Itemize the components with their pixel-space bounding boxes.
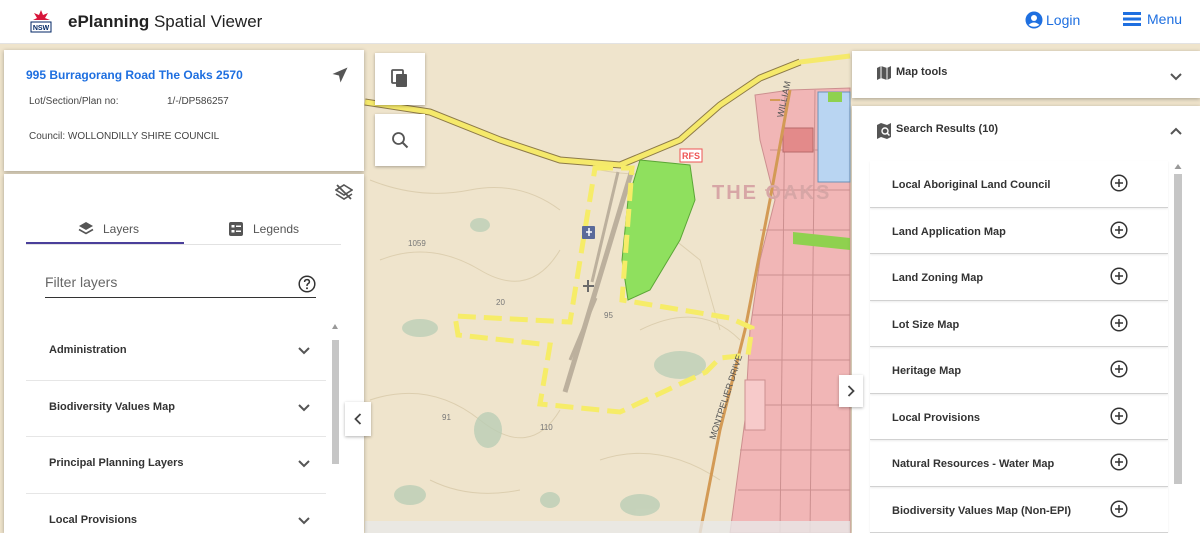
active-tab-indicator (26, 242, 184, 244)
add-layer-icon[interactable] (1110, 267, 1128, 285)
login-label: Login (1046, 12, 1081, 28)
result-item[interactable]: Heritage Map (870, 347, 1168, 394)
copy-button[interactable] (375, 53, 425, 105)
chevron-down-icon (298, 347, 310, 355)
layer-list: Administration Biodiversity Values Map P… (26, 324, 326, 533)
layers-scrollbar-thumb[interactable] (332, 340, 339, 464)
tab-legends[interactable]: Legends (228, 212, 299, 246)
layers-panel: Layers Legends Administration Biodiversi… (4, 174, 364, 533)
chevron-up-icon[interactable] (1170, 127, 1182, 135)
result-item-label: Lot Size Map (892, 318, 960, 331)
address-card: 995 Burragorang Road The Oaks 2570 Lot/S… (4, 50, 364, 171)
tab-legends-label: Legends (253, 222, 300, 236)
lot-label-91: 91 (442, 413, 451, 422)
property-address[interactable]: 995 Burragorang Road The Oaks 2570 (26, 68, 243, 82)
chevron-down-icon[interactable] (1170, 73, 1182, 81)
layer-item-administration[interactable]: Administration (26, 324, 326, 381)
result-item-label: Land Zoning Map (892, 272, 984, 284)
result-item[interactable]: Land Application Map (870, 208, 1168, 254)
town-map-label: THE OAKS (712, 182, 831, 204)
chevron-right-icon (847, 385, 855, 397)
collapse-right-panel-button[interactable] (839, 375, 863, 407)
help-icon[interactable] (298, 275, 316, 293)
results-scrollbar-thumb[interactable] (1174, 174, 1182, 484)
layer-item-label: Local Provisions (49, 513, 138, 526)
rfs-map-label: RFS (682, 151, 700, 161)
hide-layers-icon[interactable] (335, 183, 353, 201)
tab-divider (26, 244, 341, 245)
lot-label-20: 20 (496, 298, 505, 307)
layer-item-label: Principal Planning Layers (49, 457, 184, 469)
legends-icon (229, 222, 243, 236)
lot-value: 1/-/DP586257 (167, 96, 229, 107)
search-icon (392, 132, 409, 149)
logo-text: NSW (33, 25, 50, 32)
search-map-button[interactable] (375, 114, 425, 166)
filter-layers-field[interactable] (45, 274, 316, 298)
result-item-label: Heritage Map (892, 365, 962, 377)
nsw-logo[interactable]: NSW (29, 8, 53, 36)
add-layer-icon[interactable] (1110, 453, 1128, 471)
result-item-label: Land Application Map (892, 225, 1006, 238)
result-item-label: Local Aboriginal Land Council (892, 179, 1051, 191)
layer-item-principal-planning[interactable]: Principal Planning Layers (26, 437, 326, 494)
add-layer-icon[interactable] (1110, 360, 1128, 378)
add-layer-icon[interactable] (1110, 406, 1128, 425)
search-results-panel: Search Results (10) Local Aboriginal Lan… (852, 106, 1200, 533)
result-item[interactable]: Lot Size Map (870, 301, 1168, 347)
app-header: NSW ePlanning Spatial Viewer Login Menu (0, 0, 1200, 44)
layer-item-local-provisions[interactable]: Local Provisions (26, 494, 326, 533)
layer-item-label: Biodiversity Values Map (49, 400, 175, 413)
map-icon (877, 66, 891, 80)
login-button[interactable]: Login (1025, 11, 1080, 29)
layer-item-label: Administration (49, 344, 127, 356)
copy-icon (391, 69, 407, 87)
app-title: ePlanning Spatial Viewer (68, 12, 262, 32)
tab-layers-label: Layers (103, 222, 140, 236)
layer-item-biodiversity-values[interactable]: Biodiversity Values Map (26, 381, 326, 437)
lot-label-110: 110 (540, 423, 553, 432)
result-item-label: Local Provisions (892, 411, 981, 424)
map-tools-label: Map tools (896, 66, 948, 78)
add-layer-icon[interactable] (1110, 174, 1128, 192)
lot-label-1059: 1059 (408, 239, 426, 248)
menu-button[interactable]: Menu (1123, 11, 1182, 27)
add-layer-icon[interactable] (1110, 220, 1128, 239)
add-layer-icon[interactable] (1110, 313, 1128, 332)
result-item[interactable]: Biodiversity Values Map (Non-EPI) (870, 487, 1168, 533)
search-results-icon (877, 123, 891, 139)
result-item[interactable]: Local Aboriginal Land Council (870, 161, 1168, 208)
user-icon (1025, 11, 1043, 29)
result-item-label: Biodiversity Values Map (Non-EPI) (892, 504, 1072, 517)
result-item[interactable]: Natural Resources - Water Map (870, 440, 1168, 487)
result-item[interactable]: Local Provisions (870, 394, 1168, 440)
search-results-label: Search Results (10) (896, 123, 999, 135)
app-title-rest: Spatial Viewer (149, 12, 263, 31)
chevron-down-icon (298, 460, 310, 468)
chevron-down-icon (298, 516, 310, 524)
map-tools-panel[interactable]: Map tools (852, 51, 1200, 98)
tab-layers[interactable]: Layers (78, 212, 139, 246)
search-results-list: Local Aboriginal Land Council Land Appli… (870, 161, 1168, 533)
collapse-left-panel-button[interactable] (345, 402, 371, 436)
council-label: Council: WOLLONDILLY SHIRE COUNCIL (29, 131, 220, 142)
locate-icon[interactable] (331, 66, 349, 84)
result-item[interactable]: Land Zoning Map (870, 254, 1168, 301)
add-layer-icon[interactable] (1110, 499, 1128, 518)
layers-icon (78, 222, 94, 235)
chevron-left-icon (354, 413, 362, 425)
chevron-down-icon (298, 403, 310, 411)
filter-layers-input[interactable] (45, 274, 285, 290)
lot-label-95: 95 (604, 311, 613, 320)
lot-label: Lot/Section/Plan no: (29, 96, 119, 107)
hamburger-icon (1123, 12, 1141, 26)
app-title-bold: ePlanning (68, 12, 150, 31)
result-item-label: Natural Resources - Water Map (892, 458, 1055, 470)
menu-label: Menu (1147, 11, 1183, 27)
